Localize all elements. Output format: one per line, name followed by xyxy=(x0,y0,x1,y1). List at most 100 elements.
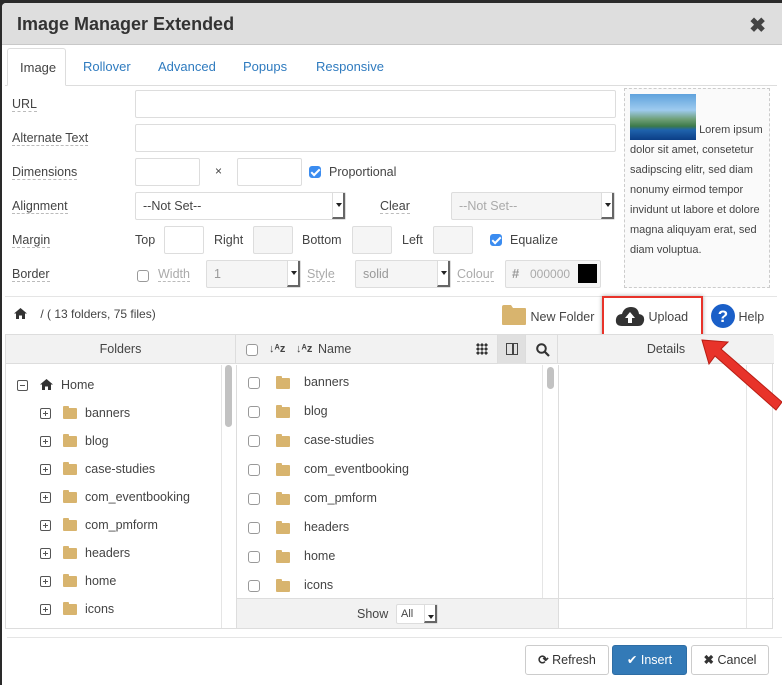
refresh-label: Refresh xyxy=(552,653,596,667)
home-icon[interactable] xyxy=(14,308,27,319)
equalize-checkbox[interactable] xyxy=(490,234,502,246)
proportional-checkbox[interactable] xyxy=(309,166,321,178)
border-width-select[interactable]: 1 xyxy=(206,260,301,288)
expand-icon[interactable] xyxy=(40,520,51,532)
show-select[interactable]: All xyxy=(396,604,438,624)
border-colour-input[interactable]: # 000000 xyxy=(505,260,601,288)
tree-folder-item[interactable]: com_pmform xyxy=(40,515,158,535)
height-input[interactable] xyxy=(237,158,302,186)
files-scrollbar[interactable] xyxy=(542,365,558,598)
tab-rollover[interactable]: Rollover xyxy=(71,48,143,86)
tab-popups[interactable]: Popups xyxy=(231,48,299,86)
expand-icon[interactable] xyxy=(40,464,51,476)
file-name: home xyxy=(304,549,336,563)
width-input[interactable] xyxy=(135,158,200,186)
file-list-item[interactable]: case-studies xyxy=(232,426,537,455)
upload-highlight-box xyxy=(602,296,703,338)
file-list-item[interactable]: com_pmform xyxy=(232,484,537,513)
tree-root-label: Home xyxy=(61,378,95,392)
expand-icon[interactable] xyxy=(40,548,51,560)
tab-image[interactable]: Image xyxy=(7,48,66,86)
tree-folder-item[interactable]: headers xyxy=(40,543,130,563)
tab-advanced[interactable]: Advanced xyxy=(146,48,228,86)
chevron-down-icon xyxy=(437,261,450,287)
alignment-label: Alignment xyxy=(12,199,68,214)
margin-top-input[interactable] xyxy=(164,226,204,254)
file-list-item[interactable]: home xyxy=(232,542,537,571)
file-name: blog xyxy=(304,404,328,418)
tree-folder-item[interactable]: case-studies xyxy=(40,459,155,479)
dialog-title: Image Manager Extended xyxy=(17,14,235,34)
tab-bar: Image Rollover Advanced Popups Responsiv… xyxy=(5,48,777,86)
tab-responsive[interactable]: Responsive xyxy=(304,48,396,86)
colour-swatch[interactable] xyxy=(578,264,597,283)
dimensions-label: Dimensions xyxy=(12,165,78,180)
refresh-button[interactable]: ⟳ Refresh xyxy=(525,645,609,675)
item-checkbox[interactable] xyxy=(248,406,260,418)
sort-name-icon[interactable]: ↓ᴬz xyxy=(296,335,312,364)
files-scroll-thumb[interactable] xyxy=(547,367,554,389)
collapse-icon[interactable] xyxy=(17,380,28,392)
tree-folder-item[interactable]: home xyxy=(40,571,116,591)
margin-bottom-input[interactable] xyxy=(352,226,392,254)
grid-view-icon[interactable] xyxy=(476,343,488,355)
close-icon[interactable]: ✖ xyxy=(749,13,766,38)
details-view-button[interactable] xyxy=(497,335,526,364)
item-checkbox[interactable] xyxy=(248,493,260,505)
insert-label: Insert xyxy=(640,653,673,667)
search-icon[interactable] xyxy=(536,343,550,357)
item-checkbox[interactable] xyxy=(248,435,260,447)
alignment-select[interactable]: --Not Set-- xyxy=(135,192,346,220)
margin-bottom-label: Bottom xyxy=(302,233,342,247)
tree-folder-label: banners xyxy=(85,406,131,420)
item-checkbox[interactable] xyxy=(248,377,260,389)
chevron-down-icon xyxy=(601,193,614,219)
tree-folder-item[interactable]: com_eventbooking xyxy=(40,487,190,507)
expand-icon[interactable] xyxy=(40,492,51,504)
item-checkbox[interactable] xyxy=(248,580,260,592)
sort-type-icon[interactable]: ↓ᴬz xyxy=(269,335,285,364)
dialog-titlebar: Image Manager Extended ✖ xyxy=(2,3,782,45)
expand-icon[interactable] xyxy=(40,408,51,420)
new-folder-label: New Folder xyxy=(530,310,595,324)
file-name: com_pmform xyxy=(304,491,377,505)
file-list-item[interactable]: headers xyxy=(232,513,537,542)
file-list-item[interactable]: banners xyxy=(232,368,537,397)
folder-icon xyxy=(63,546,77,560)
file-list-item[interactable]: blog xyxy=(232,397,537,426)
item-checkbox[interactable] xyxy=(248,522,260,534)
chevron-down-icon xyxy=(332,193,345,219)
folders-header: Folders xyxy=(6,335,236,364)
margin-left-input[interactable] xyxy=(433,226,473,254)
alt-text-input[interactable] xyxy=(135,124,616,152)
margin-right-input[interactable] xyxy=(253,226,293,254)
border-checkbox[interactable] xyxy=(137,270,149,282)
border-colour-label: Colour xyxy=(457,267,494,282)
name-column-header[interactable]: Name xyxy=(318,335,351,364)
cancel-button[interactable]: ✖ Cancel xyxy=(691,645,769,675)
clear-select[interactable]: --Not Set-- xyxy=(451,192,615,220)
tree-scroll-thumb[interactable] xyxy=(225,365,232,427)
border-style-select[interactable]: solid xyxy=(355,260,451,288)
chevron-down-icon xyxy=(287,261,300,287)
select-all-checkbox[interactable] xyxy=(246,344,258,356)
expand-icon[interactable] xyxy=(40,604,51,616)
new-folder-button[interactable]: New Folder xyxy=(501,300,594,334)
tree-root-home[interactable]: Home xyxy=(17,375,94,395)
item-checkbox[interactable] xyxy=(248,464,260,476)
help-button[interactable]: ? Help xyxy=(711,300,764,334)
url-input[interactable] xyxy=(135,90,616,118)
folder-icon xyxy=(63,490,77,504)
tree-folder-item[interactable]: icons xyxy=(40,599,114,619)
details-footer xyxy=(559,598,774,628)
tree-folder-item[interactable]: blog xyxy=(40,431,109,451)
folder-icon xyxy=(63,434,77,448)
expand-icon[interactable] xyxy=(40,576,51,588)
item-checkbox[interactable] xyxy=(248,551,260,563)
file-list-item[interactable]: icons xyxy=(232,571,537,600)
insert-button[interactable]: ✔ Insert xyxy=(612,645,687,675)
pane-divider xyxy=(558,365,559,628)
file-list-item[interactable]: com_eventbooking xyxy=(232,455,537,484)
expand-icon[interactable] xyxy=(40,436,51,448)
tree-folder-item[interactable]: banners xyxy=(40,403,130,423)
